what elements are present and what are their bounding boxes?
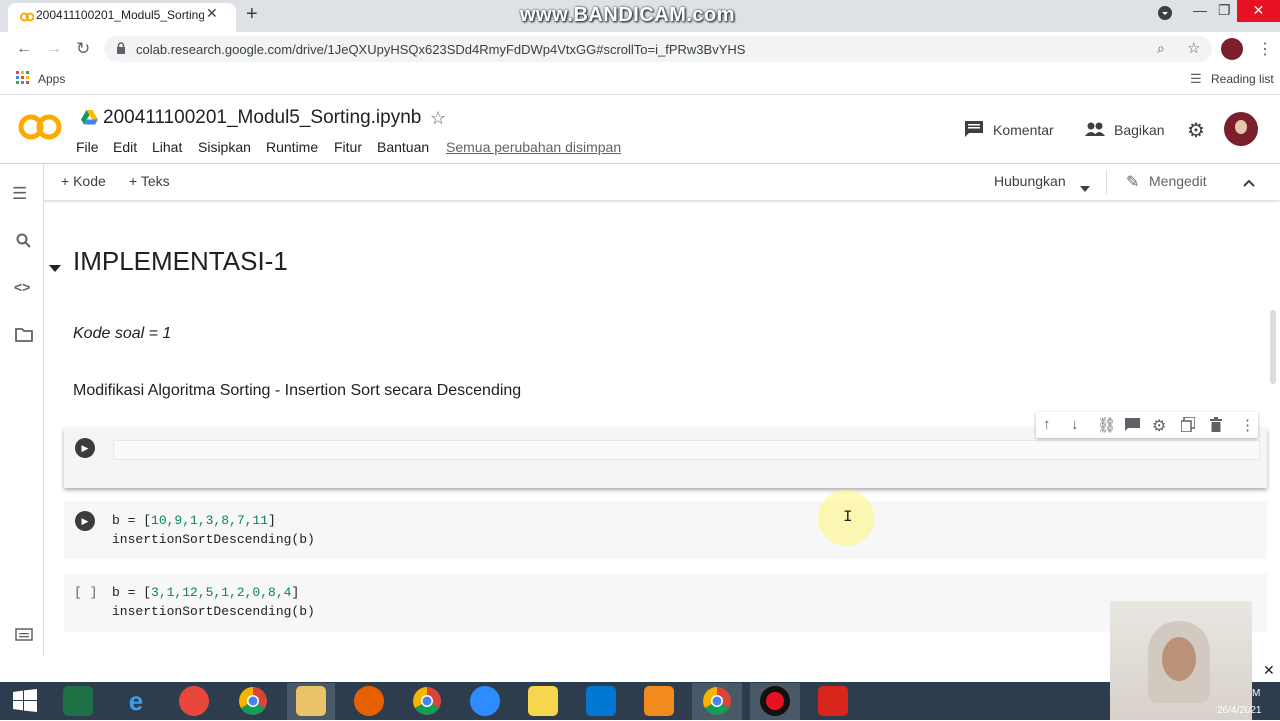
user-avatar[interactable] <box>1224 112 1258 146</box>
menu-file[interactable]: File <box>76 139 99 155</box>
text-cell-kode-soal: Kode soal = 1 <box>73 325 172 342</box>
zoom-icon[interactable]: ⌕ <box>1157 40 1165 57</box>
menu-sisipkan[interactable]: Sisipkan <box>198 139 251 155</box>
code-line: b = [3,1,12,5,1,2,0,8,4] <box>112 585 300 600</box>
delete-icon[interactable] <box>1210 417 1222 437</box>
bookmark-star-icon[interactable]: ☆ <box>1187 39 1200 57</box>
comment-cell-icon[interactable] <box>1125 418 1140 436</box>
menu-bantuan[interactable]: Bantuan <box>377 139 429 155</box>
share-people-icon[interactable] <box>1085 122 1105 141</box>
more-options-icon[interactable]: ⋮ <box>1240 416 1255 434</box>
python-icon[interactable] <box>528 686 558 716</box>
code-line: insertionSortDescending(b) <box>112 604 315 619</box>
menu-fitur[interactable]: Fitur <box>334 139 362 155</box>
code-editor-empty[interactable] <box>113 440 1260 460</box>
cell-settings-icon[interactable]: ⚙ <box>1152 416 1166 436</box>
code-line: insertionSortDescending(b) <box>112 532 315 547</box>
apps-link[interactable]: Apps <box>38 72 65 86</box>
apps-grid-icon[interactable] <box>16 71 30 90</box>
menu-runtime[interactable]: Runtime <box>266 139 318 155</box>
code-cell[interactable] <box>64 574 1267 632</box>
code-cell[interactable] <box>64 501 1267 559</box>
save-status[interactable]: Semua perubahan disimpan <box>446 139 621 155</box>
recording-icon[interactable] <box>760 686 790 716</box>
move-down-icon[interactable]: ↓ <box>1071 416 1079 433</box>
colab-favicon-icon <box>20 9 35 22</box>
lock-icon <box>116 42 126 60</box>
notebook-title[interactable]: 200411100201_Modul5_Sorting.ipynb <box>103 107 421 129</box>
star-icon[interactable]: ☆ <box>430 108 446 129</box>
mirror-cell-icon[interactable] <box>1180 416 1196 437</box>
acrobat-reader-icon[interactable] <box>818 686 848 716</box>
menu-lihat[interactable]: Lihat <box>152 139 182 155</box>
recorder-watermark: www.BANDICAM.com <box>520 4 736 26</box>
close-overlay-icon[interactable]: ✕ <box>1263 662 1275 679</box>
section-collapse-icon[interactable] <box>49 260 61 278</box>
run-cell-button[interactable]: ▶ <box>75 438 95 458</box>
colab-logo[interactable] <box>18 113 62 146</box>
back-icon[interactable]: ← <box>16 40 32 58</box>
profile-avatar[interactable] <box>1221 38 1243 60</box>
files-folder-icon[interactable] <box>15 328 33 347</box>
forward-icon[interactable]: → <box>46 40 62 58</box>
new-tab-icon[interactable]: + <box>246 3 258 26</box>
bandicam-icon[interactable] <box>179 686 209 716</box>
comment-button[interactable]: Komentar <box>993 122 1054 138</box>
google-drive-icon <box>81 110 98 130</box>
editing-mode-button[interactable]: Mengedit <box>1149 173 1207 189</box>
zoom-app-icon[interactable] <box>470 686 500 716</box>
add-text-button[interactable]: + Teks <box>129 173 170 189</box>
section-heading: IMPLEMENTASI-1 <box>73 246 288 276</box>
file-explorer-icon[interactable] <box>296 686 326 716</box>
minimize-icon[interactable]: — <box>1193 2 1207 18</box>
execution-count[interactable]: [ ] <box>74 585 97 600</box>
cell-toolbar <box>1036 412 1258 438</box>
search-icon[interactable] <box>16 233 32 254</box>
chrome-icon[interactable] <box>702 686 732 721</box>
connect-dropdown-icon[interactable] <box>1080 179 1090 197</box>
sublime-text-icon[interactable] <box>644 686 674 716</box>
maximize-icon[interactable]: ❐ <box>1218 2 1231 19</box>
webcam-overlay <box>1110 601 1252 720</box>
menu-edit[interactable]: Edit <box>113 139 137 155</box>
reload-icon[interactable]: ↻ <box>76 39 90 59</box>
clock-time: M <box>1252 688 1261 699</box>
chrome-icon[interactable] <box>412 686 442 721</box>
settings-gear-icon[interactable]: ⚙ <box>1187 118 1205 143</box>
internet-explorer-icon[interactable]: e <box>121 686 151 716</box>
toolbar-divider <box>1106 170 1107 194</box>
terminal-icon[interactable] <box>15 628 33 646</box>
tab-close-icon[interactable]: ✕ <box>206 5 218 22</box>
collapse-header-icon[interactable] <box>1243 174 1255 192</box>
code-snippets-icon[interactable]: <> <box>14 279 30 295</box>
reading-list-link[interactable]: Reading list <box>1211 72 1274 86</box>
tab-title: 200411100201_Modul5_Sorting.i <box>36 8 204 22</box>
text-cursor-icon: I <box>843 508 853 526</box>
url-text: colab.research.google.com/drive/1JeQXUpy… <box>136 42 746 57</box>
scrollbar-thumb[interactable] <box>1270 310 1276 384</box>
table-of-contents-icon[interactable]: ☰ <box>12 184 27 204</box>
window-close-icon[interactable]: ✕ <box>1237 0 1280 22</box>
add-code-button[interactable]: + Kode <box>61 173 106 189</box>
windows-start-icon[interactable] <box>13 689 37 718</box>
comment-icon[interactable] <box>965 121 983 142</box>
connect-button[interactable]: Hubungkan <box>994 173 1066 189</box>
excel-icon[interactable] <box>63 686 93 716</box>
vscode-icon[interactable] <box>586 686 616 716</box>
firefox-icon[interactable] <box>354 686 384 716</box>
chrome-icon[interactable] <box>238 686 268 721</box>
code-line: b = [10,9,1,3,8,7,11] <box>112 513 276 528</box>
run-cell-button[interactable]: ▶ <box>75 511 95 531</box>
bookmarks-bar <box>0 64 1280 95</box>
share-button[interactable]: Bagikan <box>1114 122 1165 138</box>
reading-list-icon[interactable]: ☰ <box>1190 71 1202 87</box>
profile-menu-icon[interactable] <box>1158 6 1172 23</box>
link-icon[interactable]: ⛓ <box>1097 416 1116 434</box>
pencil-icon: ✎ <box>1126 174 1140 191</box>
text-cell-description: Modifikasi Algoritma Sorting - Insertion… <box>73 382 522 399</box>
move-up-icon[interactable]: ↑ <box>1043 416 1051 433</box>
chrome-menu-icon[interactable]: ⋮ <box>1257 39 1273 59</box>
clock-date: 26/4/2021 <box>1217 705 1262 716</box>
